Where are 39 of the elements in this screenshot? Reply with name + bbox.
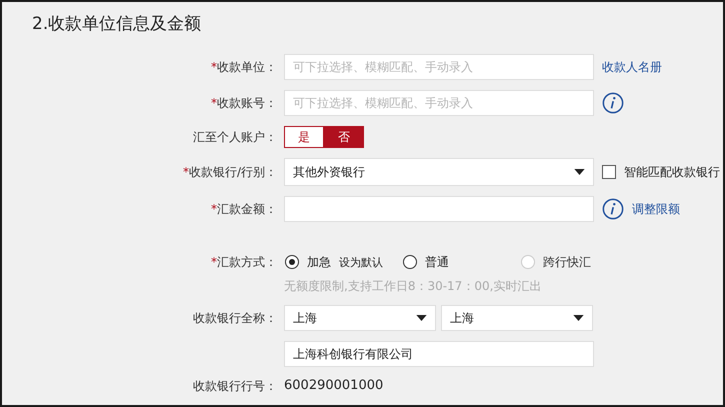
caret-icon <box>416 315 427 321</box>
section-title: 2.收款单位信息及金额 <box>31 13 202 36</box>
input-field[interactable]: 可下拉选择、模糊匹配、手动录入 <box>284 90 594 116</box>
radio-label[interactable]: 加急 <box>307 254 331 270</box>
required-mark: * <box>211 96 217 110</box>
checkbox[interactable] <box>602 165 616 179</box>
field-label: 收款账号： <box>217 94 277 112</box>
required-mark: * <box>182 165 189 179</box>
field-label: 收款银行行号： <box>193 378 277 394</box>
bank-code: 600290001000 <box>284 378 384 393</box>
input-field[interactable]: 可下拉选择、模糊匹配、手动录入 <box>284 54 594 80</box>
info-icon[interactable] <box>602 198 624 220</box>
link[interactable]: 收款人名册 <box>602 58 662 76</box>
field-label: 汇至个人账户： <box>193 128 277 146</box>
radio-label[interactable]: 普通 <box>425 254 449 270</box>
field-label: 汇款方式： <box>217 254 277 270</box>
info-icon[interactable] <box>602 92 624 114</box>
toggle-option[interactable]: 是 <box>284 126 324 148</box>
checkbox-label[interactable]: 智能匹配收款银行 <box>624 164 720 180</box>
field-label: 收款银行全称： <box>193 310 277 326</box>
dropdown[interactable]: 其他外资银行 <box>284 158 594 186</box>
caret-icon <box>574 169 585 175</box>
toggle-option[interactable]: 否 <box>324 126 364 148</box>
required-mark: * <box>211 255 217 269</box>
dropdown[interactable]: 上海 <box>441 305 593 331</box>
hint-text: 无额度限制,支持工作日8：30-17：00,实时汇出 <box>284 278 542 295</box>
field-label: 收款单位： <box>217 58 277 76</box>
radio-button[interactable] <box>403 255 417 269</box>
required-mark: * <box>211 60 217 74</box>
set-default-link[interactable]: 设为默认 <box>339 254 383 270</box>
dropdown[interactable]: 上海 <box>284 305 436 331</box>
caret-icon <box>573 315 584 321</box>
required-mark: * <box>211 202 217 216</box>
field-label: 收款银行/行别： <box>188 164 277 180</box>
input-field[interactable] <box>284 196 594 222</box>
link[interactable]: 调整限额 <box>632 200 680 218</box>
radio-button[interactable] <box>285 255 299 269</box>
field-label: 汇款金额： <box>217 200 277 218</box>
input-field[interactable]: 上海科创银行有限公司 <box>284 341 594 367</box>
